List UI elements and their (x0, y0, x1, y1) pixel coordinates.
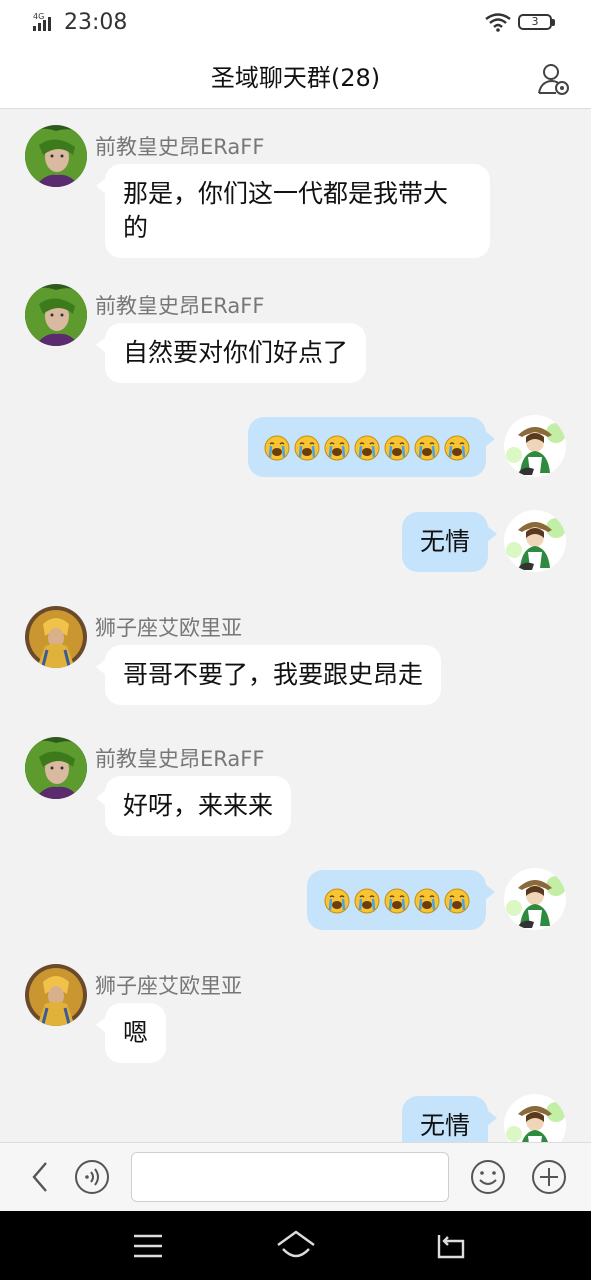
loudly-crying-face-icon (414, 888, 440, 914)
home-icon[interactable] (275, 1229, 317, 1263)
message-bubble[interactable]: 哥哥不要了，我要跟史昂走 (95, 645, 442, 705)
my-avatar[interactable] (504, 1094, 566, 1142)
group-title: 圣域聊天群(28) (210, 64, 381, 92)
sender-avatar[interactable] (25, 964, 87, 1026)
message-input[interactable] (131, 1152, 449, 1202)
loudly-crying-face-icon (294, 435, 320, 461)
sender-name: 狮子座艾欧里亚 (95, 974, 242, 998)
message-bubble[interactable]: 自然要对你们好点了 (95, 323, 367, 383)
menu-icon[interactable] (132, 1233, 164, 1259)
loudly-crying-face-icon (324, 435, 350, 461)
message-bubble[interactable]: 好呀，来来来 (95, 776, 292, 836)
message-text-line: 那是，你们这一代都是我带大 (123, 179, 449, 208)
sender-avatar[interactable] (25, 606, 87, 668)
sender-avatar[interactable] (25, 125, 87, 187)
loudly-crying-face-icon (354, 888, 380, 914)
message-bubble[interactable]: 嗯 (95, 1003, 167, 1063)
network-type: 4G (33, 12, 44, 21)
loudly-crying-face-icon (354, 435, 380, 461)
message-bubble-own[interactable] (307, 870, 495, 930)
loudly-crying-face-icon (384, 888, 410, 914)
status-bar: 4G 23:08 3 (0, 0, 591, 48)
my-avatar[interactable] (504, 868, 566, 930)
message-bubble-own[interactable] (248, 417, 495, 477)
battery-level: 3 (531, 15, 539, 28)
back-arrow-icon[interactable] (26, 1159, 54, 1195)
sender-name: 前教皇史昂ERaFF (95, 135, 265, 159)
sender-name: 狮子座艾欧里亚 (95, 616, 242, 640)
sender-avatar[interactable] (25, 737, 87, 799)
voice-input-icon[interactable] (74, 1159, 110, 1195)
my-avatar[interactable] (504, 415, 566, 477)
loudly-crying-face-icon (324, 888, 350, 914)
emoji-icon[interactable] (470, 1159, 506, 1195)
nav-back-icon[interactable] (433, 1231, 467, 1261)
add-icon[interactable] (531, 1159, 567, 1195)
message-bubble[interactable]: 那是，你们这一代都是我带大 的 (96, 164, 490, 258)
loudly-crying-face-icon (444, 435, 470, 461)
loudly-crying-face-icon (414, 435, 440, 461)
message-text-line: 的 (123, 213, 149, 242)
message-bubble-own[interactable]: 无情 (402, 512, 498, 572)
message-text: 自然要对你们好点了 (123, 338, 349, 367)
message-bubble-own[interactable]: 无情 (402, 1096, 498, 1142)
loudly-crying-face-icon (264, 435, 290, 461)
loudly-crying-face-icon (444, 888, 470, 914)
signal-icon: 4G (33, 12, 51, 31)
system-nav-bar (0, 1211, 591, 1280)
sender-avatar[interactable] (25, 284, 87, 346)
input-bar (0, 1142, 591, 1211)
loudly-crying-face-icon (384, 435, 410, 461)
chat-header: 圣域聊天群(28) (0, 48, 591, 109)
message-text: 嗯 (123, 1018, 149, 1047)
message-text: 无情 (420, 1111, 471, 1140)
message-text: 好呀，来来来 (123, 791, 274, 820)
my-avatar[interactable] (504, 510, 566, 572)
group-settings-icon[interactable] (536, 61, 572, 97)
message-text: 哥哥不要了，我要跟史昂走 (123, 660, 424, 689)
wifi-icon (485, 13, 511, 32)
sender-name: 前教皇史昂ERaFF (95, 747, 265, 771)
message-list[interactable]: 前教皇史昂ERaFF 那是，你们这一代都是我带大 的 前教皇史昂ERaFF 自然… (0, 109, 591, 1142)
battery-icon: 3 (518, 14, 556, 32)
status-time: 23:08 (64, 10, 128, 35)
message-text: 无情 (420, 527, 471, 556)
sender-name: 前教皇史昂ERaFF (95, 294, 265, 318)
